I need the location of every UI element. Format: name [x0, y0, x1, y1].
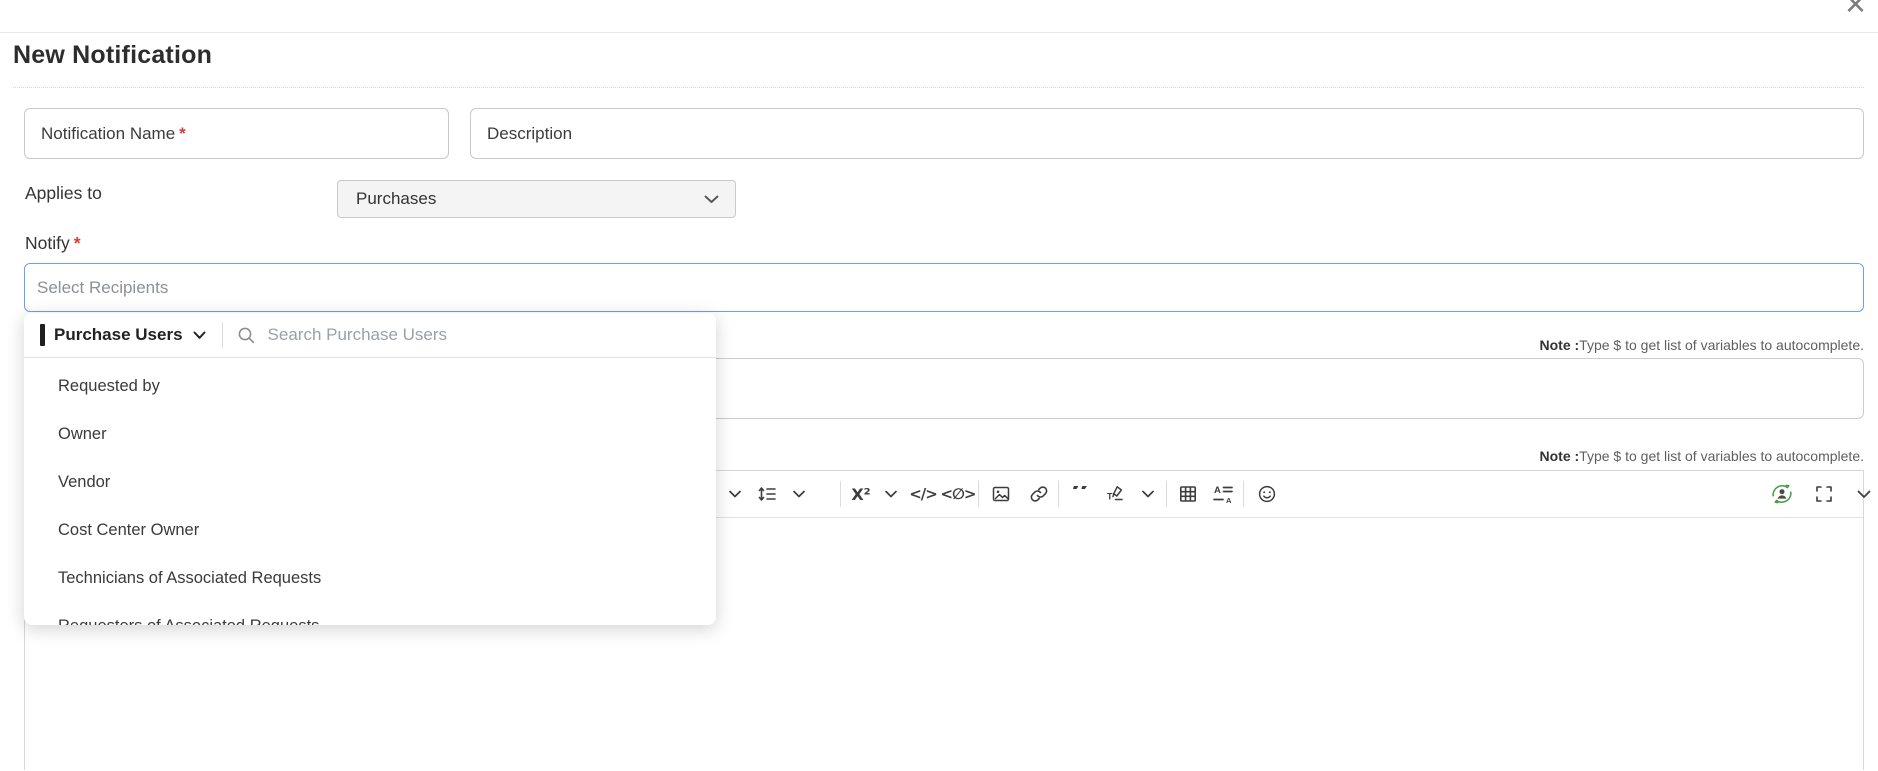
notify-label-text: Notify — [25, 233, 70, 254]
chevron-down-icon — [704, 189, 719, 209]
toolbar-separator — [1243, 481, 1244, 507]
autocomplete-note: Note :Type $ to get list of variables to… — [1540, 448, 1865, 464]
header-separator — [222, 322, 223, 348]
search-input[interactable] — [266, 324, 702, 346]
insert-user-icon[interactable] — [1765, 477, 1799, 511]
svg-text:A: A — [1214, 485, 1221, 496]
line-spacing-chevron-icon[interactable] — [782, 477, 816, 511]
note-text: Type $ to get list of variables to autoc… — [1579, 337, 1864, 353]
toolbar-separator — [840, 481, 841, 507]
insert-summary-icon[interactable]: A A — [1206, 477, 1240, 511]
superscript-chevron-icon[interactable] — [874, 477, 908, 511]
toolbar-separator — [978, 481, 979, 507]
applies-to-label: Applies to — [25, 183, 102, 204]
notification-name-placeholder: Notification Name — [41, 124, 175, 144]
new-notification-dialog: { "dialog": { "title": "New Notification… — [0, 0, 1878, 756]
select-recipients-field[interactable]: Select Recipients — [24, 263, 1864, 312]
notify-label: Notify * — [25, 233, 81, 254]
search-icon — [237, 326, 256, 345]
toolbar-separator — [1058, 481, 1059, 507]
blockquote-icon[interactable]: ” — [1064, 477, 1098, 511]
select-recipients-placeholder: Select Recipients — [37, 278, 168, 298]
insert-emoji-icon[interactable] — [1250, 477, 1284, 511]
chevron-down-icon — [193, 331, 206, 340]
superscript-icon[interactable]: X² — [844, 477, 878, 511]
insert-link-icon[interactable] — [1022, 477, 1056, 511]
dialog-top-divider — [0, 32, 1878, 33]
note-bold-text: Note : — [1540, 337, 1580, 353]
note-text: Type $ to get list of variables to autoc… — [1579, 448, 1864, 464]
insert-image-icon[interactable] — [984, 477, 1018, 511]
list-item[interactable]: Owner — [24, 410, 716, 458]
signature-chevron-icon[interactable] — [1131, 477, 1165, 511]
applies-to-value: Purchases — [356, 189, 436, 209]
fullscreen-icon[interactable] — [1807, 477, 1841, 511]
note-bold-text: Note : — [1540, 448, 1580, 464]
applies-to-select[interactable]: Purchases — [337, 180, 736, 218]
autocomplete-note: Note :Type $ to get list of variables to… — [1540, 337, 1865, 353]
svg-text:A: A — [1226, 496, 1232, 505]
signature-icon[interactable]: T — [1099, 477, 1133, 511]
page-title: New Notification — [13, 41, 212, 70]
category-selector[interactable]: Purchase Users — [54, 325, 206, 345]
title-divider — [13, 87, 1864, 88]
embed-icon[interactable]: <∅> — [941, 477, 975, 511]
svg-text:T: T — [1107, 492, 1113, 502]
list-item[interactable]: Requested by — [24, 362, 716, 410]
category-indicator-bar — [40, 324, 45, 346]
description-placeholder: Description — [487, 124, 572, 144]
line-spacing-icon[interactable] — [750, 477, 784, 511]
recipients-dropdown-panel: Purchase Users Requested by Owner Vendor… — [24, 313, 716, 625]
description-field[interactable]: Description — [470, 108, 1864, 159]
insert-table-icon[interactable] — [1171, 477, 1205, 511]
more-chevron-icon[interactable] — [718, 477, 752, 511]
toolbar-more-icon[interactable] — [1847, 477, 1878, 511]
recipients-list: Requested by Owner Vendor Cost Center Ow… — [24, 358, 716, 625]
recipients-dropdown-header: Purchase Users — [24, 313, 716, 358]
code-view-icon[interactable]: </> — [906, 477, 940, 511]
close-icon[interactable]: × — [1845, 0, 1866, 22]
list-item[interactable]: Vendor — [24, 458, 716, 506]
notification-name-field[interactable]: Notification Name * — [24, 108, 449, 159]
list-item[interactable]: Requesters of Associated Requests — [24, 602, 716, 625]
list-item[interactable]: Cost Center Owner — [24, 506, 716, 554]
required-asterisk: * — [179, 124, 186, 144]
toolbar-separator — [1166, 481, 1167, 507]
category-label: Purchase Users — [54, 325, 183, 345]
required-asterisk: * — [74, 233, 81, 254]
list-item[interactable]: Technicians of Associated Requests — [24, 554, 716, 602]
